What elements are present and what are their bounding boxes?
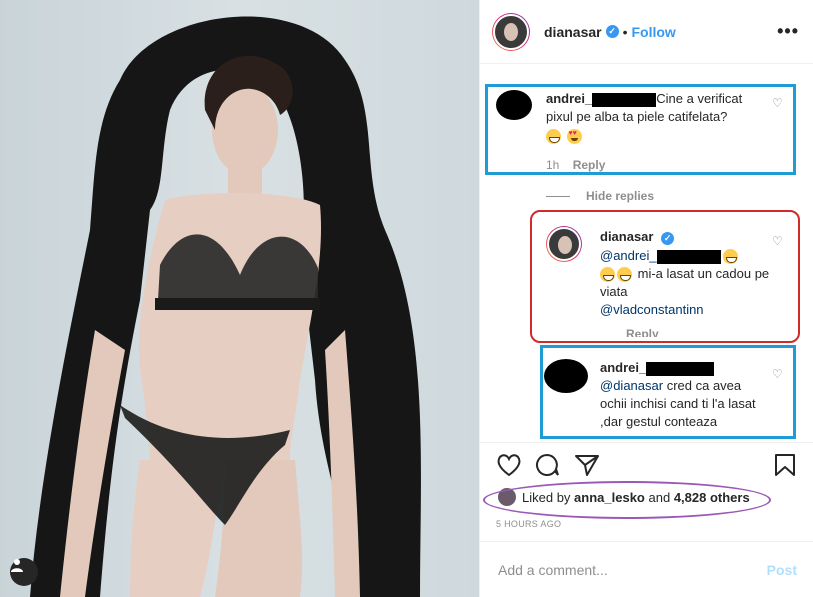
separator-dot: • xyxy=(622,23,628,40)
verified-badge-icon: ✓ xyxy=(605,25,619,38)
more-dots-icon[interactable]: ••• xyxy=(777,21,799,42)
user-tag-button[interactable] xyxy=(10,558,38,586)
share-paper-plane-icon[interactable] xyxy=(574,453,600,482)
annotation-red-box xyxy=(530,210,800,343)
hide-replies-toggle[interactable]: Hide replies xyxy=(546,189,654,203)
photo-illustration xyxy=(30,16,421,597)
like-heart-icon[interactable] xyxy=(496,453,522,482)
annotation-purple-ellipse xyxy=(483,481,771,519)
add-comment-bar: Post xyxy=(480,541,813,597)
post-side-panel: dianasar ✓ • Follow ••• andrei_ Cine a ve… xyxy=(479,0,813,597)
post-header: dianasar ✓ • Follow ••• xyxy=(480,0,813,64)
instagram-post-view: dianasar ✓ • Follow ••• andrei_ Cine a ve… xyxy=(0,0,813,597)
person-icon xyxy=(11,559,23,572)
post-timestamp[interactable]: 5 HOURS AGO xyxy=(496,519,561,529)
replies-line xyxy=(546,195,570,197)
author-username[interactable]: dianasar xyxy=(544,24,602,40)
comment-input[interactable] xyxy=(496,560,767,579)
save-bookmark-icon[interactable] xyxy=(773,453,797,482)
post-comment-button[interactable]: Post xyxy=(767,562,797,578)
follow-button[interactable]: Follow xyxy=(632,24,676,40)
comment-bubble-icon[interactable] xyxy=(534,453,560,482)
comments-list: andrei_ Cine a verificat pixul pe alba ta… xyxy=(480,64,813,442)
hide-replies-label: Hide replies xyxy=(586,189,655,203)
post-photo[interactable] xyxy=(0,0,479,597)
annotation-blue-box xyxy=(540,345,796,439)
author-avatar[interactable] xyxy=(492,12,530,51)
annotation-blue-box xyxy=(485,84,796,175)
